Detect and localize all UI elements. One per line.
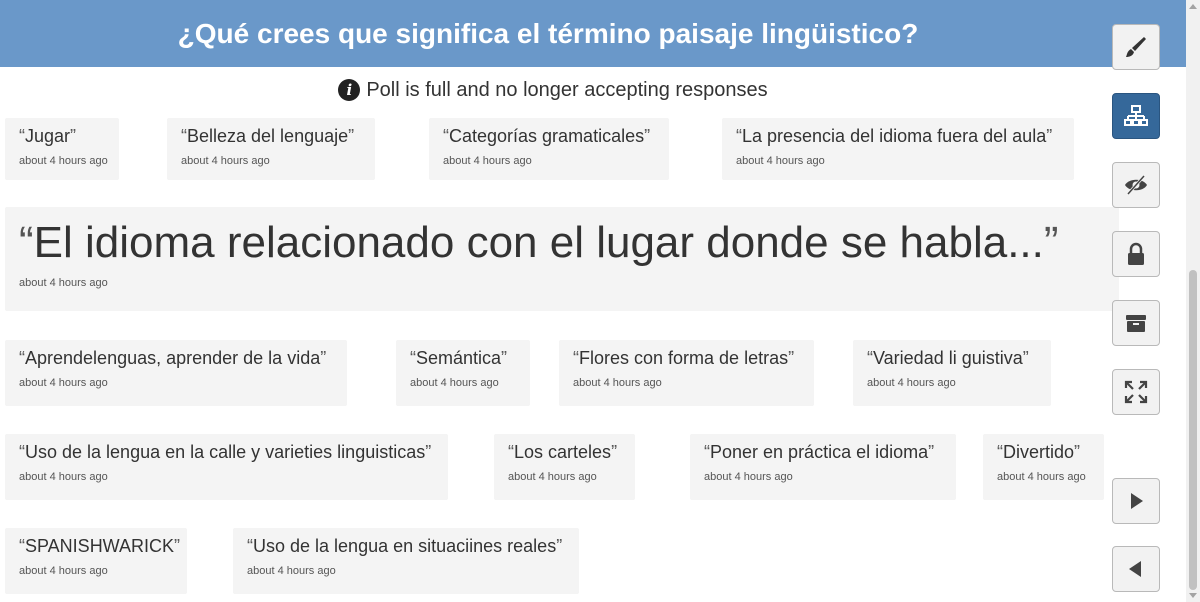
- next-button[interactable]: [1112, 478, 1160, 524]
- poll-question-title: ¿Qué crees que significa el término pais…: [177, 17, 919, 49]
- response-text: “Uso de la lengua en la calle y varietie…: [19, 442, 432, 462]
- response-time: about 4 hours ago: [867, 377, 956, 389]
- response-card: “La presencia del idioma fuera del aula”…: [722, 118, 1074, 180]
- play-next-icon: [1131, 493, 1143, 509]
- fullscreen-button[interactable]: [1112, 369, 1160, 415]
- lock-icon: [1128, 242, 1144, 265]
- response-card: “Divertido” about 4 hours ago: [983, 434, 1104, 500]
- previous-button[interactable]: [1112, 546, 1160, 592]
- response-text: “La presencia del idioma fuera del aula”: [736, 126, 1053, 146]
- response-time: about 4 hours ago: [181, 155, 270, 167]
- response-text: “Poner en práctica el idioma”: [704, 442, 935, 462]
- response-time: about 4 hours ago: [573, 377, 662, 389]
- response-text: “Categorías gramaticales”: [443, 126, 651, 146]
- scroll-down-arrow[interactable]: [1189, 593, 1197, 598]
- vertical-scrollbar[interactable]: [1186, 0, 1200, 602]
- response-card: “Poner en práctica el idioma” about 4 ho…: [690, 434, 956, 500]
- response-time: about 4 hours ago: [508, 471, 597, 483]
- response-text: “SPANISHWARICK”: [19, 536, 181, 556]
- response-time: about 4 hours ago: [247, 565, 336, 577]
- response-text: “Jugar”: [19, 126, 77, 146]
- response-time: about 4 hours ago: [19, 565, 108, 577]
- response-time: about 4 hours ago: [19, 277, 108, 289]
- hide-responses-button[interactable]: [1112, 162, 1160, 208]
- response-text: “Los carteles”: [508, 442, 618, 462]
- scroll-thumb[interactable]: [1189, 270, 1197, 590]
- response-card: “SPANISHWARICK” about 4 hours ago: [5, 528, 187, 594]
- response-card: “Semántica” about 4 hours ago: [396, 340, 530, 406]
- lock-poll-button[interactable]: [1112, 231, 1160, 277]
- featured-response-card: “El idioma relacionado con el lugar dond…: [5, 207, 1119, 311]
- eye-slash-icon: [1125, 175, 1147, 195]
- paintbrush-icon: [1126, 37, 1146, 57]
- response-text: “Flores con forma de letras”: [573, 348, 795, 368]
- response-card: “Belleza del lenguaje” about 4 hours ago: [167, 118, 375, 180]
- response-card: “Uso de la lengua en la calle y varietie…: [5, 434, 448, 500]
- response-time: about 4 hours ago: [997, 471, 1086, 483]
- response-text: “El idioma relacionado con el lugar dond…: [19, 218, 1059, 267]
- response-time: about 4 hours ago: [19, 471, 108, 483]
- response-text: “Variedad li guistiva”: [867, 348, 1029, 368]
- fullscreen-icon: [1124, 380, 1148, 404]
- response-time: about 4 hours ago: [704, 471, 793, 483]
- hierarchy-icon: [1124, 105, 1148, 126]
- response-text: “Belleza del lenguaje”: [181, 126, 355, 146]
- response-card: “Categorías gramaticales” about 4 hours …: [429, 118, 669, 180]
- scroll-up-arrow[interactable]: [1189, 4, 1197, 9]
- play-previous-icon: [1129, 561, 1141, 577]
- response-time: about 4 hours ago: [443, 155, 532, 167]
- poll-header: ¿Qué crees que significa el término pais…: [0, 0, 1186, 67]
- response-time: about 4 hours ago: [410, 377, 499, 389]
- response-time: about 4 hours ago: [736, 155, 825, 167]
- response-text: “Aprendelenguas, aprender de la vida”: [19, 348, 327, 368]
- visualization-toggle-button[interactable]: [1112, 93, 1160, 139]
- response-card: “Flores con forma de letras” about 4 hou…: [559, 340, 814, 406]
- response-card: “Variedad li guistiva” about 4 hours ago: [853, 340, 1051, 406]
- poll-status-notice: i Poll is full and no longer accepting r…: [0, 76, 1106, 104]
- archive-icon: [1126, 315, 1146, 332]
- customize-style-button[interactable]: [1112, 24, 1160, 70]
- response-card: “Uso de la lengua en situaciines reales”…: [233, 528, 579, 594]
- response-card: “Jugar” about 4 hours ago: [5, 118, 119, 180]
- response-text: “Uso de la lengua en situaciines reales”: [247, 536, 563, 556]
- response-time: about 4 hours ago: [19, 155, 108, 167]
- response-card: “Los carteles” about 4 hours ago: [494, 434, 635, 500]
- response-time: about 4 hours ago: [19, 377, 108, 389]
- archive-button[interactable]: [1112, 300, 1160, 346]
- response-card: “Aprendelenguas, aprender de la vida” ab…: [5, 340, 347, 406]
- response-text: “Divertido”: [997, 442, 1081, 462]
- response-text: “Semántica”: [410, 348, 508, 368]
- info-icon: i: [338, 79, 361, 101]
- poll-status-text: Poll is full and no longer accepting res…: [366, 78, 768, 101]
